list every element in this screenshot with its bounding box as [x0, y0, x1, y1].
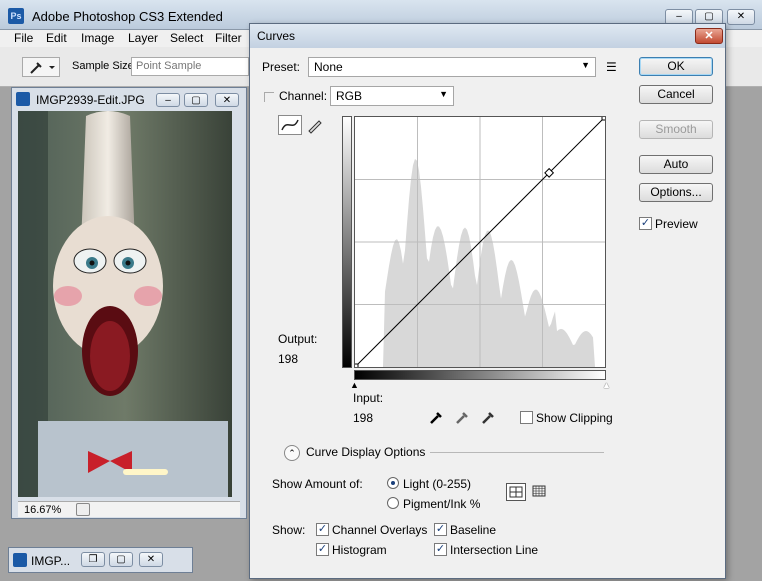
doc-close-button[interactable]: ✕	[215, 93, 239, 107]
menu-file[interactable]: File	[14, 31, 33, 45]
status-info-icon[interactable]	[76, 503, 90, 516]
mini-doc-restore-button[interactable]: ❐	[81, 552, 105, 567]
output-value: 198	[278, 352, 299, 366]
output-label: Output:	[278, 332, 318, 346]
show-clipping-checkbox[interactable]	[520, 411, 533, 424]
minimized-document[interactable]: IMGP... ❐ ▢ ✕	[8, 547, 193, 573]
preset-options-icon[interactable]: ☰	[606, 60, 617, 74]
document-status-bar: 16.67%	[18, 501, 240, 517]
input-label: Input:	[353, 391, 384, 405]
light-label: Light (0-255)	[403, 477, 472, 491]
detailed-grid-button[interactable]	[530, 483, 550, 501]
cancel-button[interactable]: Cancel	[639, 85, 713, 104]
histogram-checkbox[interactable]: ✓	[316, 543, 329, 556]
menu-select[interactable]: Select	[170, 31, 203, 45]
curve-endpoint-black	[353, 363, 359, 369]
document-canvas[interactable]	[18, 111, 232, 497]
app-title: Adobe Photoshop CS3 Extended	[32, 9, 223, 24]
document-title: IMGP2939-Edit.JPG	[36, 93, 145, 107]
curve-point-tool-button[interactable]	[278, 115, 302, 135]
pencil-tool-button[interactable]	[306, 116, 324, 134]
smooth-button[interactable]: Smooth	[639, 120, 713, 139]
light-radio[interactable]	[387, 477, 399, 489]
white-eyedropper-icon[interactable]	[480, 408, 496, 426]
doc-minimize-button[interactable]: –	[156, 93, 180, 107]
menu-layer[interactable]: Layer	[128, 31, 158, 45]
curve-icon	[281, 119, 299, 131]
eyedropper-icon	[30, 62, 55, 74]
auto-button[interactable]: Auto	[639, 155, 713, 174]
curve-endpoint-white	[601, 115, 607, 121]
doc-restore-button[interactable]: ▢	[184, 93, 208, 107]
mini-doc-maximize-button[interactable]: ▢	[109, 552, 133, 567]
photoshop-logo-icon: Ps	[8, 8, 24, 24]
show-clipping-label: Show Clipping	[536, 411, 613, 425]
black-eyedropper-icon[interactable]	[428, 408, 444, 426]
mini-doc-title: IMGP...	[31, 554, 71, 568]
intersection-line-label: Intersection Line	[450, 543, 539, 557]
section-divider	[430, 452, 604, 453]
menu-filter[interactable]: Filter	[215, 31, 242, 45]
pencil-icon	[308, 120, 322, 134]
channel-overlays-label: Channel Overlays	[332, 523, 428, 537]
chevron-down-icon: ▼	[581, 60, 590, 70]
preset-select[interactable]: None ▼	[308, 57, 596, 77]
pigment-radio[interactable]	[387, 497, 399, 509]
channel-group-corner	[264, 92, 274, 102]
input-gradient-bar	[354, 370, 606, 380]
mini-doc-close-button[interactable]: ✕	[139, 552, 163, 567]
baseline-checkbox[interactable]: ✓	[434, 523, 447, 536]
channel-label: Channel:	[279, 89, 328, 103]
histogram-label: Histogram	[332, 543, 387, 557]
input-value: 198	[353, 411, 374, 425]
channel-overlays-checkbox[interactable]: ✓	[316, 523, 329, 536]
radio-dot	[391, 481, 395, 485]
channel-value: RGB	[336, 89, 363, 103]
show-amount-label: Show Amount of:	[272, 477, 363, 491]
white-point-slider[interactable]: ▲	[602, 380, 611, 390]
output-gradient-bar	[342, 116, 352, 368]
grid-4-icon	[509, 486, 523, 498]
black-point-slider[interactable]: ▲	[350, 380, 359, 390]
preset-value: None	[314, 60, 343, 74]
preview-checkbox[interactable]: ✓	[639, 217, 652, 230]
sample-size-label: Sample Size:	[72, 60, 137, 72]
document-window: IMGP2939-Edit.JPG – ▢ ✕ 16.67%	[11, 87, 247, 519]
menu-image[interactable]: Image	[81, 31, 114, 45]
simple-grid-button[interactable]	[506, 483, 526, 501]
zoom-level[interactable]: 16.67%	[24, 504, 61, 516]
curve-display-options-label: Curve Display Options	[306, 445, 426, 459]
gray-eyedropper-icon[interactable]	[454, 408, 470, 426]
pigment-label: Pigment/Ink %	[403, 497, 481, 511]
curves-graph-svg	[353, 115, 607, 369]
preset-label: Preset:	[262, 60, 301, 74]
chevron-down-icon: ▼	[439, 89, 448, 99]
eyedropper-tool-preset[interactable]	[22, 57, 60, 77]
curves-dialog: Curves ✕ Preset: None ▼ ☰ OK Cancel Smoo…	[249, 23, 726, 579]
grid-10-icon	[532, 485, 546, 497]
intersection-line-checkbox[interactable]: ✓	[434, 543, 447, 556]
document-ps-icon	[16, 92, 30, 106]
channel-select[interactable]: RGB ▼	[330, 86, 454, 106]
show-label: Show:	[272, 523, 306, 537]
ok-button[interactable]: OK	[639, 57, 713, 76]
preview-label: Preview	[655, 217, 698, 231]
close-button[interactable]: ✕	[727, 9, 755, 25]
curves-graph[interactable]	[353, 115, 607, 369]
curves-title: Curves	[257, 29, 296, 43]
mini-doc-ps-icon	[13, 553, 27, 567]
curves-titlebar: Curves ✕	[250, 24, 725, 48]
sample-size-select[interactable]: Point Sample	[131, 57, 249, 76]
curves-close-button[interactable]: ✕	[695, 28, 723, 44]
expand-toggle-icon[interactable]: ⌃	[284, 445, 300, 461]
options-button[interactable]: Options...	[639, 183, 713, 202]
baseline-label: Baseline	[450, 523, 497, 537]
menu-edit[interactable]: Edit	[46, 31, 67, 45]
